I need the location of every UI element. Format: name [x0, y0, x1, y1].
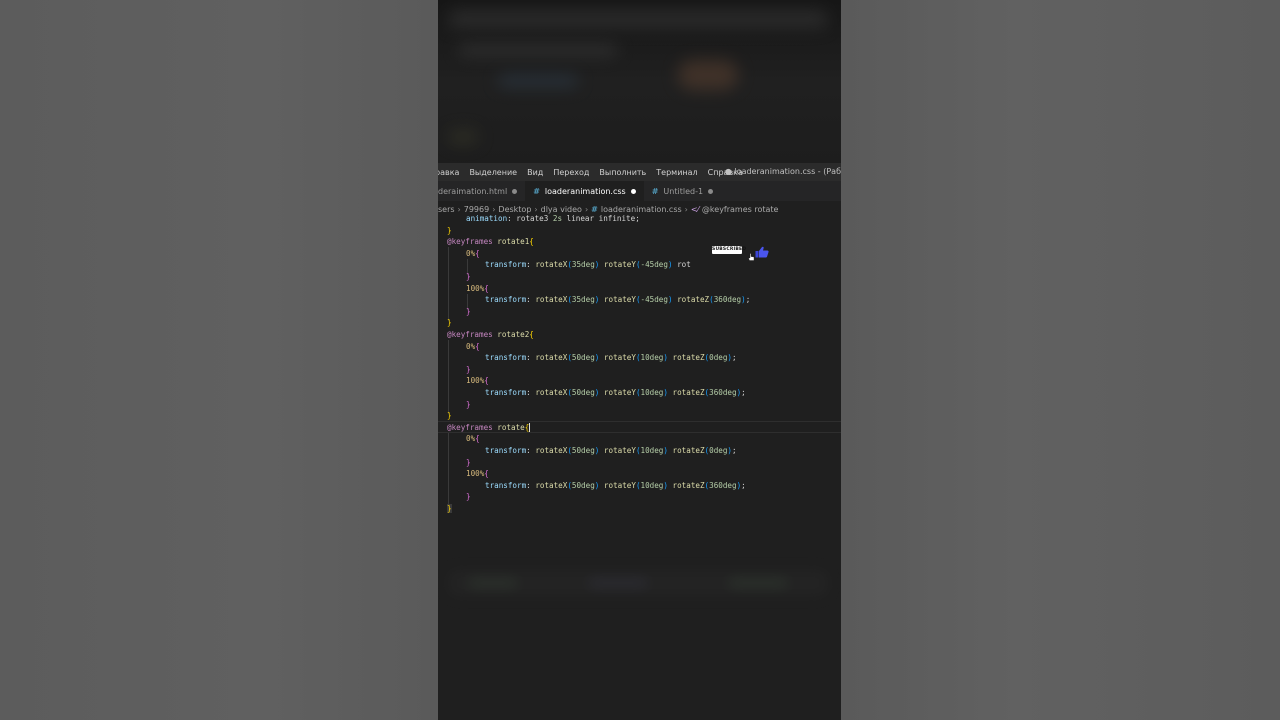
code-line: 100%{ [466, 469, 489, 479]
code-line: transform: rotateX(50deg) rotateY(10deg)… [485, 388, 746, 397]
tab-loaderanimation-css[interactable]: # loaderanimation.css [525, 181, 644, 201]
code-line: } [466, 457, 471, 467]
text-cursor [529, 423, 531, 433]
blurred-background-right [841, 0, 1280, 720]
code-line: } [466, 272, 471, 281]
code-line: transform: rotateX(50deg) rotateY(10deg)… [485, 446, 737, 455]
code-line: @keyframes rotate{ [447, 422, 531, 433]
code-line: } [466, 492, 471, 502]
css-hash-icon: # [533, 186, 540, 196]
modified-dot-icon[interactable] [708, 188, 714, 194]
code-line: } [447, 225, 452, 235]
menu-item-selection[interactable]: Выделение [464, 168, 522, 177]
code-line: transform: rotateX(50deg) rotateY(10deg)… [485, 480, 746, 490]
code-line: 0%{ [466, 434, 480, 444]
code-line: } [447, 318, 452, 328]
code-line: @keyframes rotate1{ [447, 237, 534, 247]
menu-item-run[interactable]: Выполнить [594, 168, 651, 177]
tab-untitled-1[interactable]: # Untitled-1 [644, 181, 721, 201]
code-editor[interactable]: animation: rotate3 2s linear infinite; }… [438, 213, 841, 523]
indent-guide [448, 433, 449, 507]
editor-tabs: deraimation.html # loaderanimation.css #… [438, 181, 841, 201]
subscribe-button[interactable]: SUBSCRIBED [712, 246, 746, 254]
tab-loaderanimation-html[interactable]: deraimation.html [438, 181, 525, 201]
code-line: @keyframes rotate2{ [447, 330, 534, 339]
code-line: } [466, 399, 471, 409]
modified-dot-icon[interactable] [512, 188, 518, 194]
tab-label: Untitled-1 [663, 186, 704, 196]
code-line: 0%{ [466, 341, 480, 351]
code-line: transform: rotateX(35deg) rotateY(-45deg… [485, 295, 751, 305]
code-line: } [466, 364, 471, 374]
window-title: ● loaderanimation.css - (Раб [724, 167, 841, 176]
code-line: 100%{ [466, 376, 489, 386]
tab-label: deraimation.html [438, 186, 508, 196]
code-line: transform: rotateX(50deg) rotateY(10deg)… [485, 353, 737, 363]
menu-item-edit[interactable]: равка [438, 168, 464, 177]
indent-guide [448, 340, 449, 414]
menu-item-view[interactable]: Вид [522, 168, 548, 177]
code-line: animation: rotate3 2s linear infinite; [466, 214, 640, 223]
tab-label: loaderanimation.css [544, 186, 626, 196]
menu-item-terminal[interactable]: Терминал [651, 168, 702, 177]
hand-pointer-icon [748, 253, 755, 261]
thumbs-up-icon[interactable] [755, 246, 769, 258]
indent-guide [448, 247, 449, 321]
code-line: 100%{ [466, 283, 489, 293]
code-line: 0%{ [466, 248, 480, 258]
modified-dot-icon[interactable] [630, 188, 636, 194]
blurred-header-area [438, 0, 841, 163]
code-line: } [466, 306, 471, 316]
video-frame: равка Выделение Вид Переход Выполнить Те… [438, 0, 841, 720]
menu-item-go[interactable]: Переход [548, 168, 594, 177]
blurred-background-left [0, 0, 438, 720]
code-line: transform: rotateX(35deg) rotateY(-45deg… [485, 260, 691, 270]
css-hash-icon: # [651, 186, 659, 196]
code-line: } [447, 504, 452, 513]
menu-bar: равка Выделение Вид Переход Выполнить Те… [438, 163, 841, 181]
